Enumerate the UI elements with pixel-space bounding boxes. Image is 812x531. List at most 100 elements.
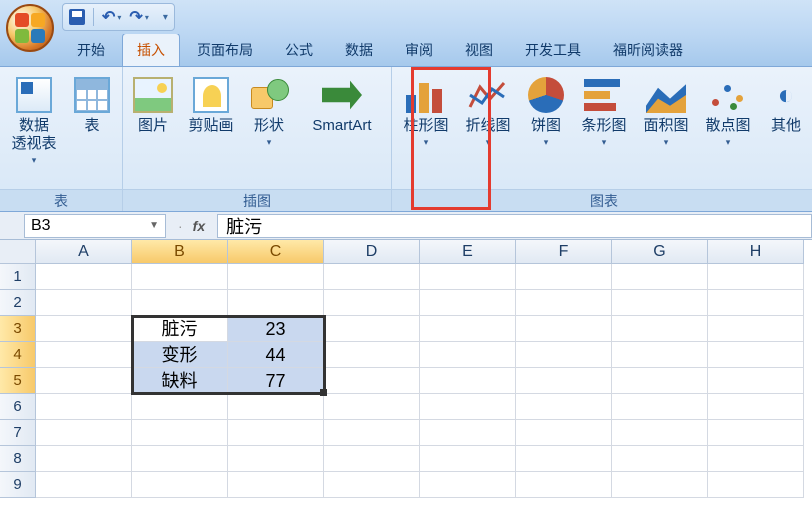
scatter-chart-button[interactable]: 散点图 ▾ <box>700 71 756 148</box>
cell[interactable] <box>708 290 804 316</box>
row-header-2[interactable]: 2 <box>0 290 36 316</box>
cell[interactable] <box>228 290 324 316</box>
row-header-3[interactable]: 3 <box>0 316 36 342</box>
cell[interactable] <box>324 290 420 316</box>
cell[interactable] <box>132 290 228 316</box>
tab-page-layout[interactable]: 页面布局 <box>182 33 268 66</box>
cell[interactable] <box>516 472 612 498</box>
cell[interactable] <box>324 420 420 446</box>
area-chart-button[interactable]: 面积图 ▾ <box>638 71 694 148</box>
undo-button[interactable]: ↶▾ <box>102 7 121 27</box>
cell[interactable] <box>36 472 132 498</box>
cell[interactable] <box>420 264 516 290</box>
cell[interactable] <box>228 264 324 290</box>
cell[interactable] <box>612 290 708 316</box>
cell[interactable] <box>420 472 516 498</box>
cell[interactable] <box>324 316 420 342</box>
col-header-f[interactable]: F <box>516 240 612 264</box>
cell[interactable] <box>612 368 708 394</box>
cell[interactable] <box>132 264 228 290</box>
row-header-4[interactable]: 4 <box>0 342 36 368</box>
cell[interactable] <box>132 472 228 498</box>
cell[interactable] <box>420 316 516 342</box>
cell-c5[interactable]: 77 <box>228 368 324 394</box>
cell[interactable] <box>132 394 228 420</box>
cell[interactable] <box>420 394 516 420</box>
chevron-down-icon[interactable]: ▼ <box>149 220 159 231</box>
cell[interactable] <box>516 264 612 290</box>
cell[interactable] <box>324 264 420 290</box>
table-button[interactable]: 表 <box>68 71 116 135</box>
row-header-1[interactable]: 1 <box>0 264 36 290</box>
cell[interactable] <box>708 446 804 472</box>
cell[interactable] <box>420 446 516 472</box>
cell-b5[interactable]: 缺料 <box>132 368 228 394</box>
row-header-9[interactable]: 9 <box>0 472 36 498</box>
cell[interactable] <box>708 368 804 394</box>
cell[interactable] <box>612 264 708 290</box>
office-button[interactable] <box>6 4 54 52</box>
tab-data[interactable]: 数据 <box>330 33 388 66</box>
name-box[interactable]: B3 ▼ <box>24 214 166 238</box>
formula-input[interactable]: 脏污 <box>217 214 812 238</box>
cell[interactable] <box>36 290 132 316</box>
smartart-button[interactable]: SmartArt <box>299 71 385 135</box>
cell[interactable] <box>612 394 708 420</box>
cell[interactable] <box>708 420 804 446</box>
row-header-6[interactable]: 6 <box>0 394 36 420</box>
cell[interactable] <box>612 342 708 368</box>
cell[interactable] <box>516 290 612 316</box>
col-header-a[interactable]: A <box>36 240 132 264</box>
cell[interactable] <box>36 394 132 420</box>
tab-insert[interactable]: 插入 <box>122 33 180 66</box>
col-header-e[interactable]: E <box>420 240 516 264</box>
shapes-button[interactable]: 形状 ▾ <box>245 71 293 148</box>
cell[interactable] <box>516 368 612 394</box>
cell[interactable] <box>612 420 708 446</box>
cell-b3[interactable]: 脏污 <box>132 316 228 342</box>
cell[interactable] <box>420 420 516 446</box>
cell-b4[interactable]: 变形 <box>132 342 228 368</box>
pivot-table-button[interactable]: 数据 透视表 ▾ <box>6 71 62 166</box>
cell[interactable] <box>708 342 804 368</box>
clipart-button[interactable]: 剪贴画 <box>183 71 239 135</box>
tab-formulas[interactable]: 公式 <box>270 33 328 66</box>
worksheet[interactable]: A B C D E F G H 1 2 3 脏污 23 4 变形 44 <box>0 240 812 498</box>
cell[interactable] <box>324 472 420 498</box>
cell[interactable] <box>36 368 132 394</box>
col-header-b[interactable]: B <box>132 240 228 264</box>
qat-customize-button[interactable]: ▾ <box>163 12 168 23</box>
column-chart-button[interactable]: 柱形图 ▾ <box>398 71 454 148</box>
cell[interactable] <box>36 420 132 446</box>
cell[interactable] <box>36 446 132 472</box>
tab-review[interactable]: 审阅 <box>390 33 448 66</box>
line-chart-button[interactable]: 折线图 ▾ <box>460 71 516 148</box>
bar-chart-button[interactable]: 条形图 ▾ <box>576 71 632 148</box>
cell-c4[interactable]: 44 <box>228 342 324 368</box>
cell[interactable] <box>228 420 324 446</box>
redo-button[interactable]: ↷▾ <box>129 7 148 27</box>
chevron-down-icon[interactable]: ▾ <box>145 13 149 22</box>
cell[interactable] <box>36 316 132 342</box>
cell[interactable] <box>228 472 324 498</box>
cell[interactable] <box>516 342 612 368</box>
fx-button[interactable]: fx <box>193 218 205 234</box>
cell[interactable] <box>228 394 324 420</box>
cell[interactable] <box>324 394 420 420</box>
cell[interactable] <box>708 316 804 342</box>
row-header-5[interactable]: 5 <box>0 368 36 394</box>
tab-view[interactable]: 视图 <box>450 33 508 66</box>
cell[interactable] <box>228 446 324 472</box>
cell[interactable] <box>132 420 228 446</box>
cell[interactable] <box>708 394 804 420</box>
cell[interactable] <box>36 264 132 290</box>
cell[interactable] <box>516 420 612 446</box>
cell[interactable] <box>708 264 804 290</box>
cell[interactable] <box>324 368 420 394</box>
col-header-h[interactable]: H <box>708 240 804 264</box>
cell[interactable] <box>612 316 708 342</box>
col-header-d[interactable]: D <box>324 240 420 264</box>
cell[interactable] <box>612 446 708 472</box>
picture-button[interactable]: 图片 <box>129 71 177 135</box>
cell[interactable] <box>516 446 612 472</box>
